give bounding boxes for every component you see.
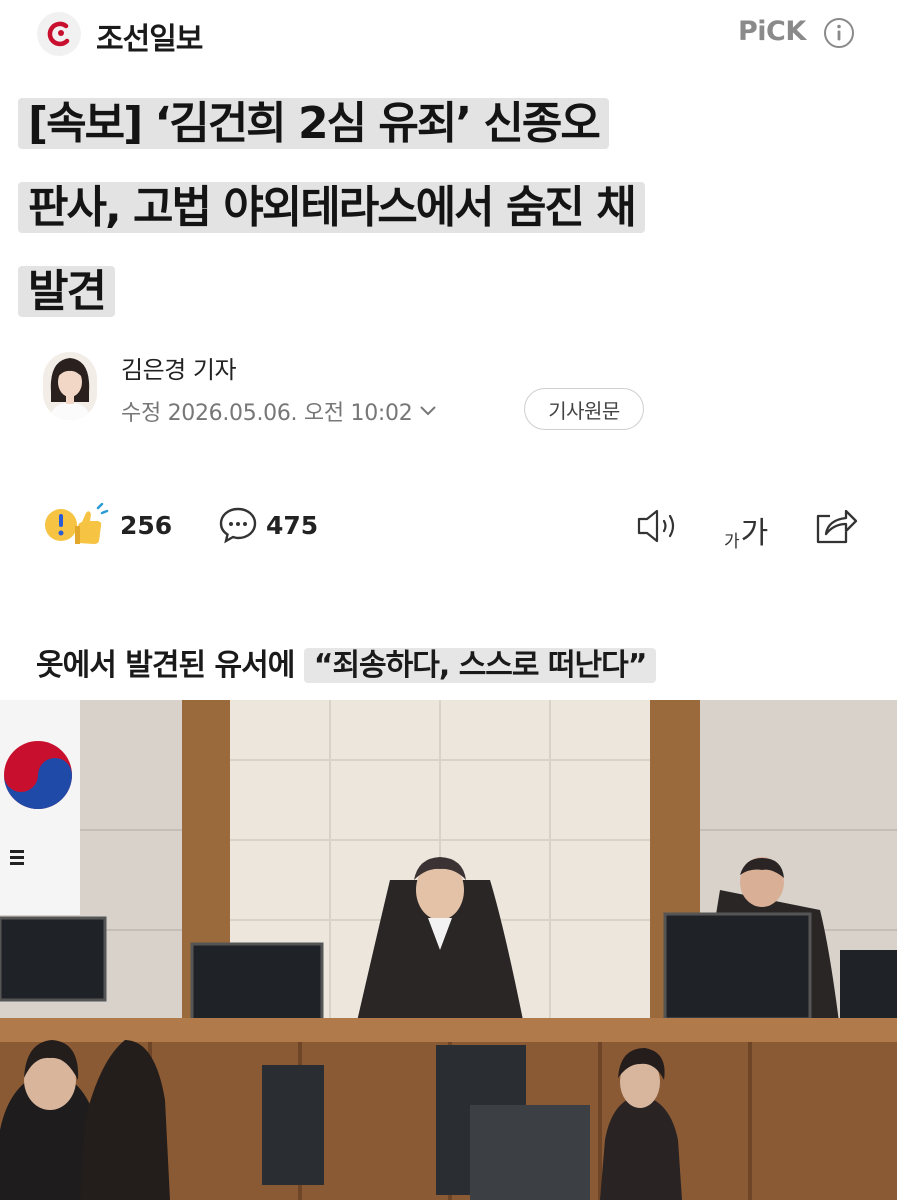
reaction-count: 256 <box>120 510 173 540</box>
info-icon[interactable] <box>823 17 855 49</box>
headline-line: 판사, 고법 야외테라스에서 숨진 채 <box>18 182 645 233</box>
top-bar: 조선일보 PiCK <box>0 0 897 68</box>
reaction-emoji-icon <box>45 503 109 544</box>
headline-line: 발견 <box>18 266 115 317</box>
comment-icon <box>219 507 257 544</box>
share-button[interactable] <box>812 504 858 552</box>
speaker-icon <box>637 509 675 543</box>
comment-count: 475 <box>266 510 319 540</box>
subheading-prefix: 옷에서 발견된 유서에 <box>36 648 304 683</box>
reaction-button[interactable]: 256 <box>42 503 172 547</box>
share-icon <box>816 509 858 544</box>
reporter-name[interactable]: 김은경 기자 <box>121 350 237 385</box>
comment-button[interactable]: 475 <box>218 506 318 544</box>
article-date[interactable]: 수정 2026.05.06. 오전 10:02 <box>121 395 438 427</box>
font-size-button[interactable]: 가 가 <box>724 508 768 552</box>
date-text: 수정 2026.05.06. 오전 10:02 <box>121 401 413 426</box>
subheading-quote: “죄송하다, 스스로 떠난다” <box>303 648 657 683</box>
chosun-logo-icon[interactable] <box>37 12 81 56</box>
speaker-button[interactable] <box>635 506 681 550</box>
font-size-large-label: 가 <box>740 516 769 551</box>
article-photo <box>0 700 897 1200</box>
headline-line: [속보] ‘김건희 2심 유죄’ 신종오 <box>18 98 609 149</box>
original-article-button[interactable]: 기사원문 <box>524 388 644 430</box>
press-name[interactable]: 조선일보 <box>96 14 203 58</box>
article-subheading: 옷에서 발견된 유서에 “죄송하다, 스스로 떠난다” <box>36 638 657 694</box>
font-size-small-label: 가 <box>724 532 740 552</box>
chevron-down-icon <box>420 406 437 416</box>
pick-label: PiCK <box>738 16 806 47</box>
article-headline: [속보] ‘김건희 2심 유죄’ 신종오 판사, 고법 야외테라스에서 숨진 채… <box>18 82 873 334</box>
reporter-avatar[interactable] <box>43 352 97 420</box>
